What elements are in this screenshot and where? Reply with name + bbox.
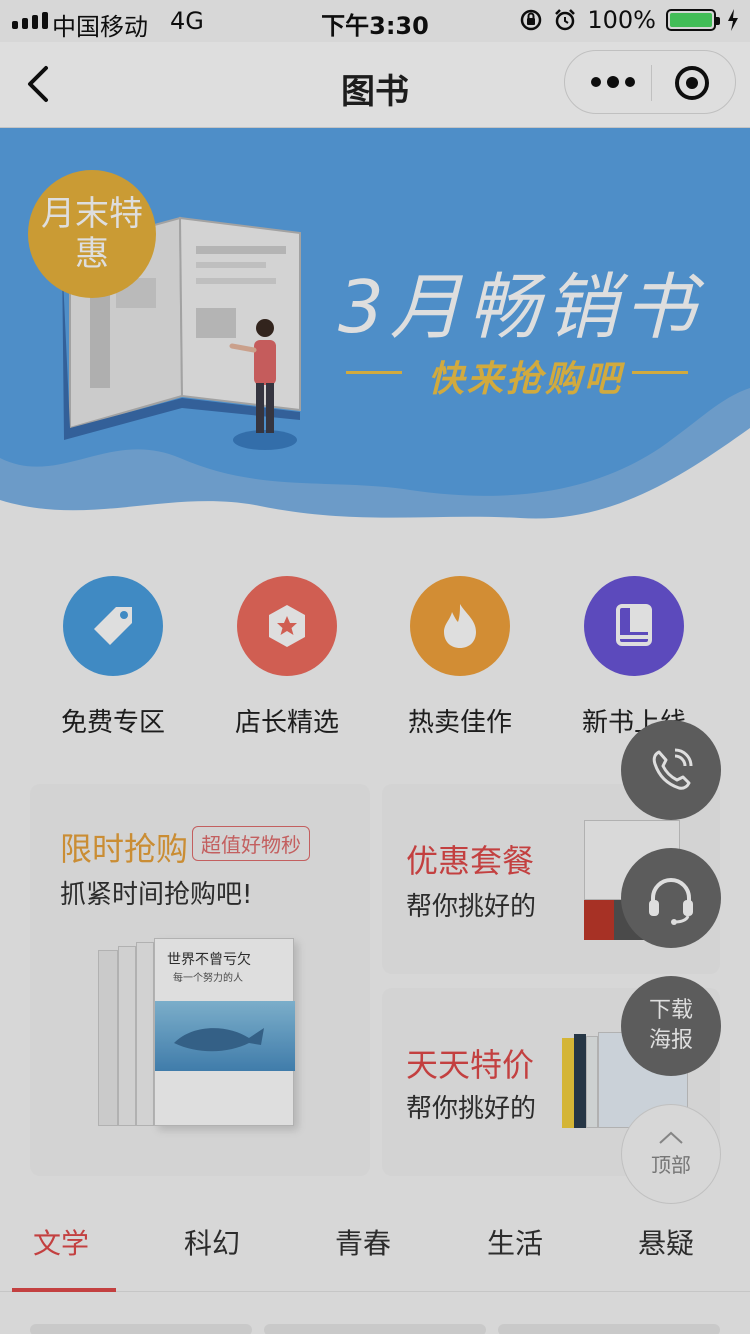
daily-title: 天天特价 [406,1046,535,1084]
subtitle-rule-right [632,371,688,374]
navigation-bar: 图书 [0,42,750,128]
category-free-zone[interactable]: 免费专区 [26,576,200,739]
tab-sci-fi[interactable]: 科幻 [137,1222,287,1262]
category-new-books[interactable]: 新书上线 [547,576,721,739]
active-tab-indicator [12,1288,116,1292]
promo-banner[interactable]: 月末特惠 3月畅销书 快来抢购吧 [0,128,750,528]
orientation-lock-icon [521,9,542,31]
book-icon [584,576,684,676]
headset-icon [649,878,693,925]
tag-icon [63,576,163,676]
tab-literature[interactable]: 文学 [0,1222,136,1262]
download-poster-label: 下载海报 [648,998,693,1053]
book-card-placeholder [498,1324,720,1334]
back-to-top-label: 顶部 [651,1152,691,1177]
phone-icon [652,748,693,790]
category-hot-sellers[interactable]: 热卖佳作 [373,576,547,739]
book-stack-image: 世界不曾亏欠 每一个努力的人 [98,934,298,1130]
banner-title: 3月畅销书 [338,265,702,349]
flame-icon [410,576,510,676]
status-bar: 中国移动 4G 下午3:30 100% [0,0,750,42]
tab-mystery[interactable]: 悬疑 [591,1222,741,1262]
status-right: 100% [519,6,740,34]
flash-sale-title: 限时抢购 [60,830,189,868]
category-label: 店长精选 [234,708,339,738]
category-label: 热卖佳作 [407,708,512,738]
more-icon[interactable] [591,76,635,88]
flash-sale-subtitle: 抓紧时间抢购吧! [60,880,253,910]
battery-icon [666,9,720,31]
alarm-icon [555,9,576,31]
star-badge-icon [237,576,337,676]
subtitle-rule-left [346,371,402,374]
page: 中国移动 4G 下午3:30 100% 图书 月末特惠 3月畅销书 快来抢购吧 … [0,0,750,1334]
banner-badge: 月末特惠 [28,170,156,298]
flash-sale-card[interactable]: 限时抢购 超值好物秒 抓紧时间抢购吧! 世界不曾亏欠 每一个努力的人 [30,784,370,1176]
target-icon[interactable] [675,66,709,100]
capsule-divider [651,65,652,101]
book-card-placeholder [30,1324,252,1334]
flash-sale-tag: 超值好物秒 [192,826,310,861]
tab-life[interactable]: 生活 [440,1222,590,1262]
download-poster-button[interactable]: 下载海报 [621,976,721,1076]
battery-percent: 100% [587,6,656,34]
customer-service-button[interactable] [621,848,721,948]
back-to-top-button[interactable]: 顶部 [621,1104,721,1204]
bundle-title: 优惠套餐 [406,842,535,880]
charging-icon [728,9,738,31]
chevron-up-icon [659,1131,683,1144]
banner-subtitle: 快来抢购吧 [428,359,624,400]
mini-program-capsule [564,50,736,114]
daily-subtitle: 帮你挑好的 [406,1094,537,1124]
category-label: 免费专区 [60,708,165,738]
category-store-picks[interactable]: 店长精选 [200,576,374,739]
genre-tabs: 文学 科幻 青春 生活 悬疑 [0,1210,750,1292]
tab-youth[interactable]: 青春 [288,1222,438,1262]
call-button[interactable] [621,720,721,820]
book-card-placeholder [264,1324,486,1334]
book-cover-title: 世界不曾亏欠 [167,952,251,968]
bundle-subtitle: 帮你挑好的 [406,892,537,922]
book-cover-subtitle: 每一个努力的人 [173,973,243,984]
